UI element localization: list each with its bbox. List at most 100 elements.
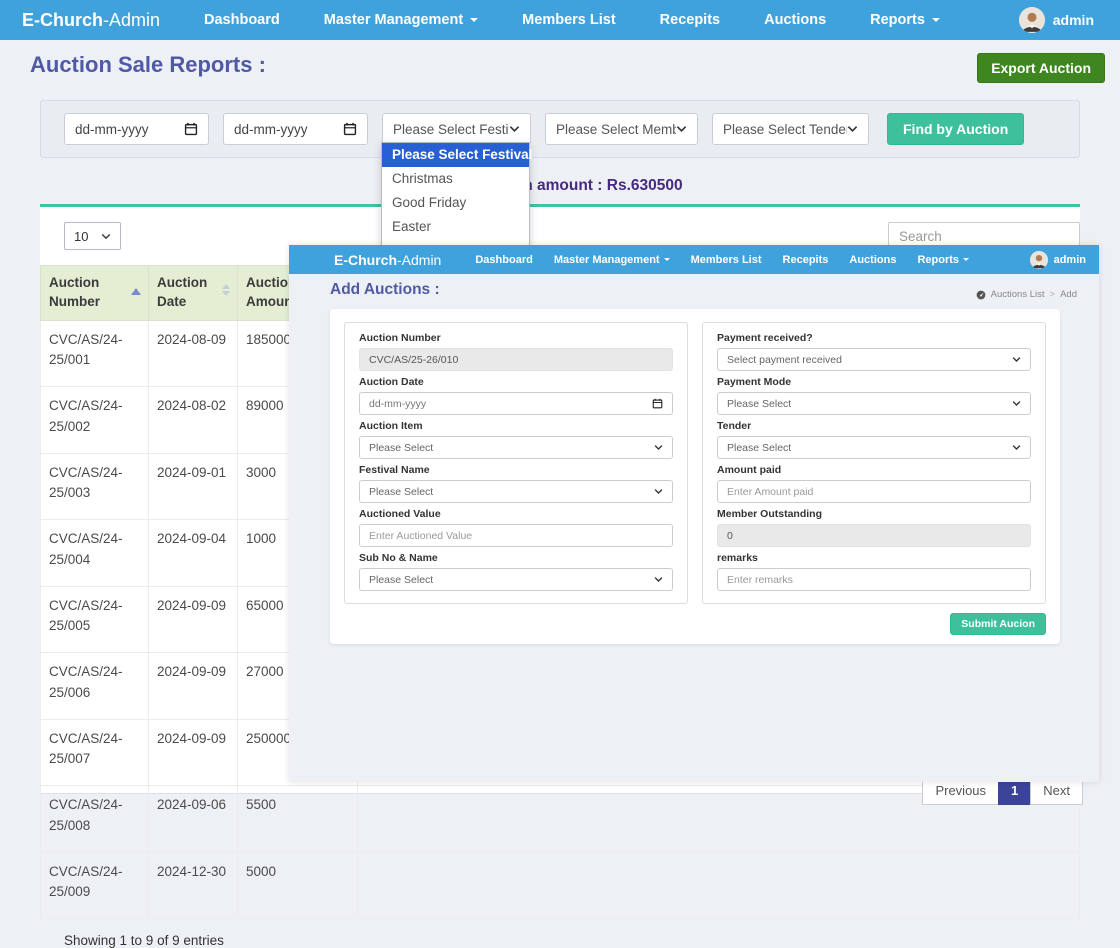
nav-master-management[interactable]: Master Management [324, 12, 478, 28]
festival-name-select[interactable]: Please Select [359, 480, 673, 503]
calendar-icon [343, 122, 357, 136]
amount-paid-input[interactable] [717, 480, 1031, 503]
page-title: Auction Sale Reports : [30, 52, 266, 78]
nav-dashboard[interactable]: Dashboard [204, 12, 280, 28]
overlay-page-title: Add Auctions : [330, 281, 440, 299]
cell-auction-date: 2024-09-09 [149, 586, 238, 653]
sub-no-name-label: Sub No & Name [359, 553, 673, 564]
chevron-down-icon [676, 125, 687, 133]
cell-auction-number: CVC/AS/24-25/003 [41, 453, 149, 520]
form-right-column: Payment received? Select payment receive… [702, 322, 1046, 604]
remarks-input[interactable] [717, 568, 1031, 591]
table-row: CVC/AS/24-25/0092024-12-305000 [41, 852, 1080, 919]
sort-asc-icon [131, 288, 141, 295]
user-menu[interactable]: admin [1019, 7, 1094, 33]
nav-members-list[interactable]: Members List [691, 254, 762, 266]
dropdown-option-please-select-festival[interactable]: Please Select Festival [382, 143, 529, 167]
nav-reports[interactable]: Reports [917, 254, 969, 266]
chevron-down-icon [1012, 356, 1021, 363]
find-by-auction-button[interactable]: Find by Auction [887, 113, 1024, 145]
cell-auction-date: 2024-12-30 [149, 852, 238, 919]
nav-master-management[interactable]: Master Management [554, 254, 670, 266]
festival-select[interactable]: Please Select Festiv [382, 113, 531, 145]
user-name: admin [1053, 12, 1094, 28]
chevron-down-icon [1012, 400, 1021, 407]
auction-number-label: Auction Number [359, 333, 673, 344]
user-name: admin [1054, 254, 1086, 266]
breadcrumb-auctions-list[interactable]: Auctions List [991, 289, 1045, 300]
nav-auctions[interactable]: Auctions [849, 254, 896, 266]
cell-auction-number: CVC/AS/24-25/001 [41, 320, 149, 387]
cell-auction-date: 2024-09-06 [149, 786, 238, 853]
payment-received-label: Payment received? [717, 333, 1031, 344]
nav-recepits[interactable]: Recepits [783, 254, 829, 266]
tender-select[interactable]: Please Select Tender [712, 113, 869, 145]
nav-auctions[interactable]: Auctions [764, 12, 826, 28]
nav-reports[interactable]: Reports [870, 12, 940, 28]
column-header-auction-number[interactable]: Auction Number [41, 266, 149, 321]
dropdown-option-good-friday[interactable]: Good Friday [382, 191, 529, 215]
date-from-input[interactable]: dd-mm-yyyy [64, 113, 209, 145]
sort-icon [222, 284, 230, 296]
cell-auction-number: CVC/AS/24-25/009 [41, 852, 149, 919]
cell-auction-amount: 5000 [238, 852, 358, 919]
cell-auction-number: CVC/AS/24-25/007 [41, 719, 149, 786]
chevron-down-icon [1012, 444, 1021, 451]
breadcrumb: Auctions List > Add [976, 289, 1077, 300]
dropdown-option-christmas[interactable]: Christmas [382, 167, 529, 191]
member-outstanding-input: 0 [717, 524, 1031, 547]
user-avatar [1030, 251, 1048, 269]
chevron-down-icon [654, 444, 663, 451]
user-menu[interactable]: admin [1030, 251, 1086, 269]
payment-mode-select[interactable]: Please Select [717, 392, 1031, 415]
auction-date-label: Auction Date [359, 377, 673, 388]
nav-members-list[interactable]: Members List [522, 12, 615, 28]
chevron-down-icon [654, 488, 663, 495]
chevron-down-icon [847, 125, 858, 133]
form-left-column: Auction Number CVC/AS/25-26/010 Auction … [344, 322, 688, 604]
caret-down-icon [963, 258, 969, 261]
member-select[interactable]: Please Select Member [545, 113, 698, 145]
cell-auction-number: CVC/AS/24-25/002 [41, 387, 149, 454]
festival-name-label: Festival Name [359, 465, 673, 476]
tender-label: Tender [717, 421, 1031, 432]
cell-auction-date: 2024-09-09 [149, 719, 238, 786]
auction-date-input[interactable]: dd-mm-yyyy [359, 392, 673, 415]
filter-panel: dd-mm-yyyy dd-mm-yyyy Please Select Fest… [40, 100, 1080, 158]
caret-down-icon [932, 18, 940, 22]
cell-auction-date: 2024-08-02 [149, 387, 238, 454]
add-auction-form-card: Auction Number CVC/AS/25-26/010 Auction … [330, 309, 1060, 644]
auctioned-value-input[interactable] [359, 524, 673, 547]
submit-auction-button[interactable]: Submit Aucion [950, 613, 1046, 635]
column-header-auction-date[interactable]: Auction Date [149, 266, 238, 321]
total-auction-amount: Total auction amount : Rs.630500 [40, 177, 1080, 195]
main-navbar: E-Church-Admin Dashboard Master Manageme… [0, 0, 1120, 40]
calendar-icon [652, 398, 663, 409]
nav-dashboard[interactable]: Dashboard [475, 254, 532, 266]
nav-recepits[interactable]: Recepits [660, 12, 720, 28]
brand-logo[interactable]: E-Church-Admin [334, 252, 441, 268]
auction-item-label: Auction Item [359, 421, 673, 432]
chevron-down-icon [654, 576, 663, 583]
page-size-select[interactable]: 10 [64, 222, 121, 250]
sub-no-name-select[interactable]: Please Select [359, 568, 673, 591]
cell-auction-amount: 5500 [238, 786, 358, 853]
auctioned-value-label: Auctioned Value [359, 509, 673, 520]
overlay-nav-items: Dashboard Master Management Members List… [475, 254, 969, 266]
breadcrumb-add: Add [1060, 289, 1077, 300]
export-auction-button[interactable]: Export Auction [977, 53, 1105, 83]
brand-logo[interactable]: E-Church-Admin [22, 10, 160, 31]
auction-item-select[interactable]: Please Select [359, 436, 673, 459]
cell-auction-date: 2024-09-04 [149, 520, 238, 587]
caret-down-icon [664, 258, 670, 261]
date-to-input[interactable]: dd-mm-yyyy [223, 113, 368, 145]
payment-received-select[interactable]: Select payment received [717, 348, 1031, 371]
tender-select[interactable]: Please Select [717, 436, 1031, 459]
overlay-navbar: E-Church-Admin Dashboard Master Manageme… [289, 245, 1099, 274]
cell-auction-date: 2024-08-09 [149, 320, 238, 387]
dropdown-option-easter[interactable]: Easter [382, 215, 529, 239]
cell-auction-number: CVC/AS/24-25/005 [41, 586, 149, 653]
total-amount-value: Rs.630500 [607, 177, 683, 194]
cell-auction-number: CVC/AS/24-25/008 [41, 786, 149, 853]
main-nav-items: Dashboard Master Management Members List… [204, 12, 940, 28]
